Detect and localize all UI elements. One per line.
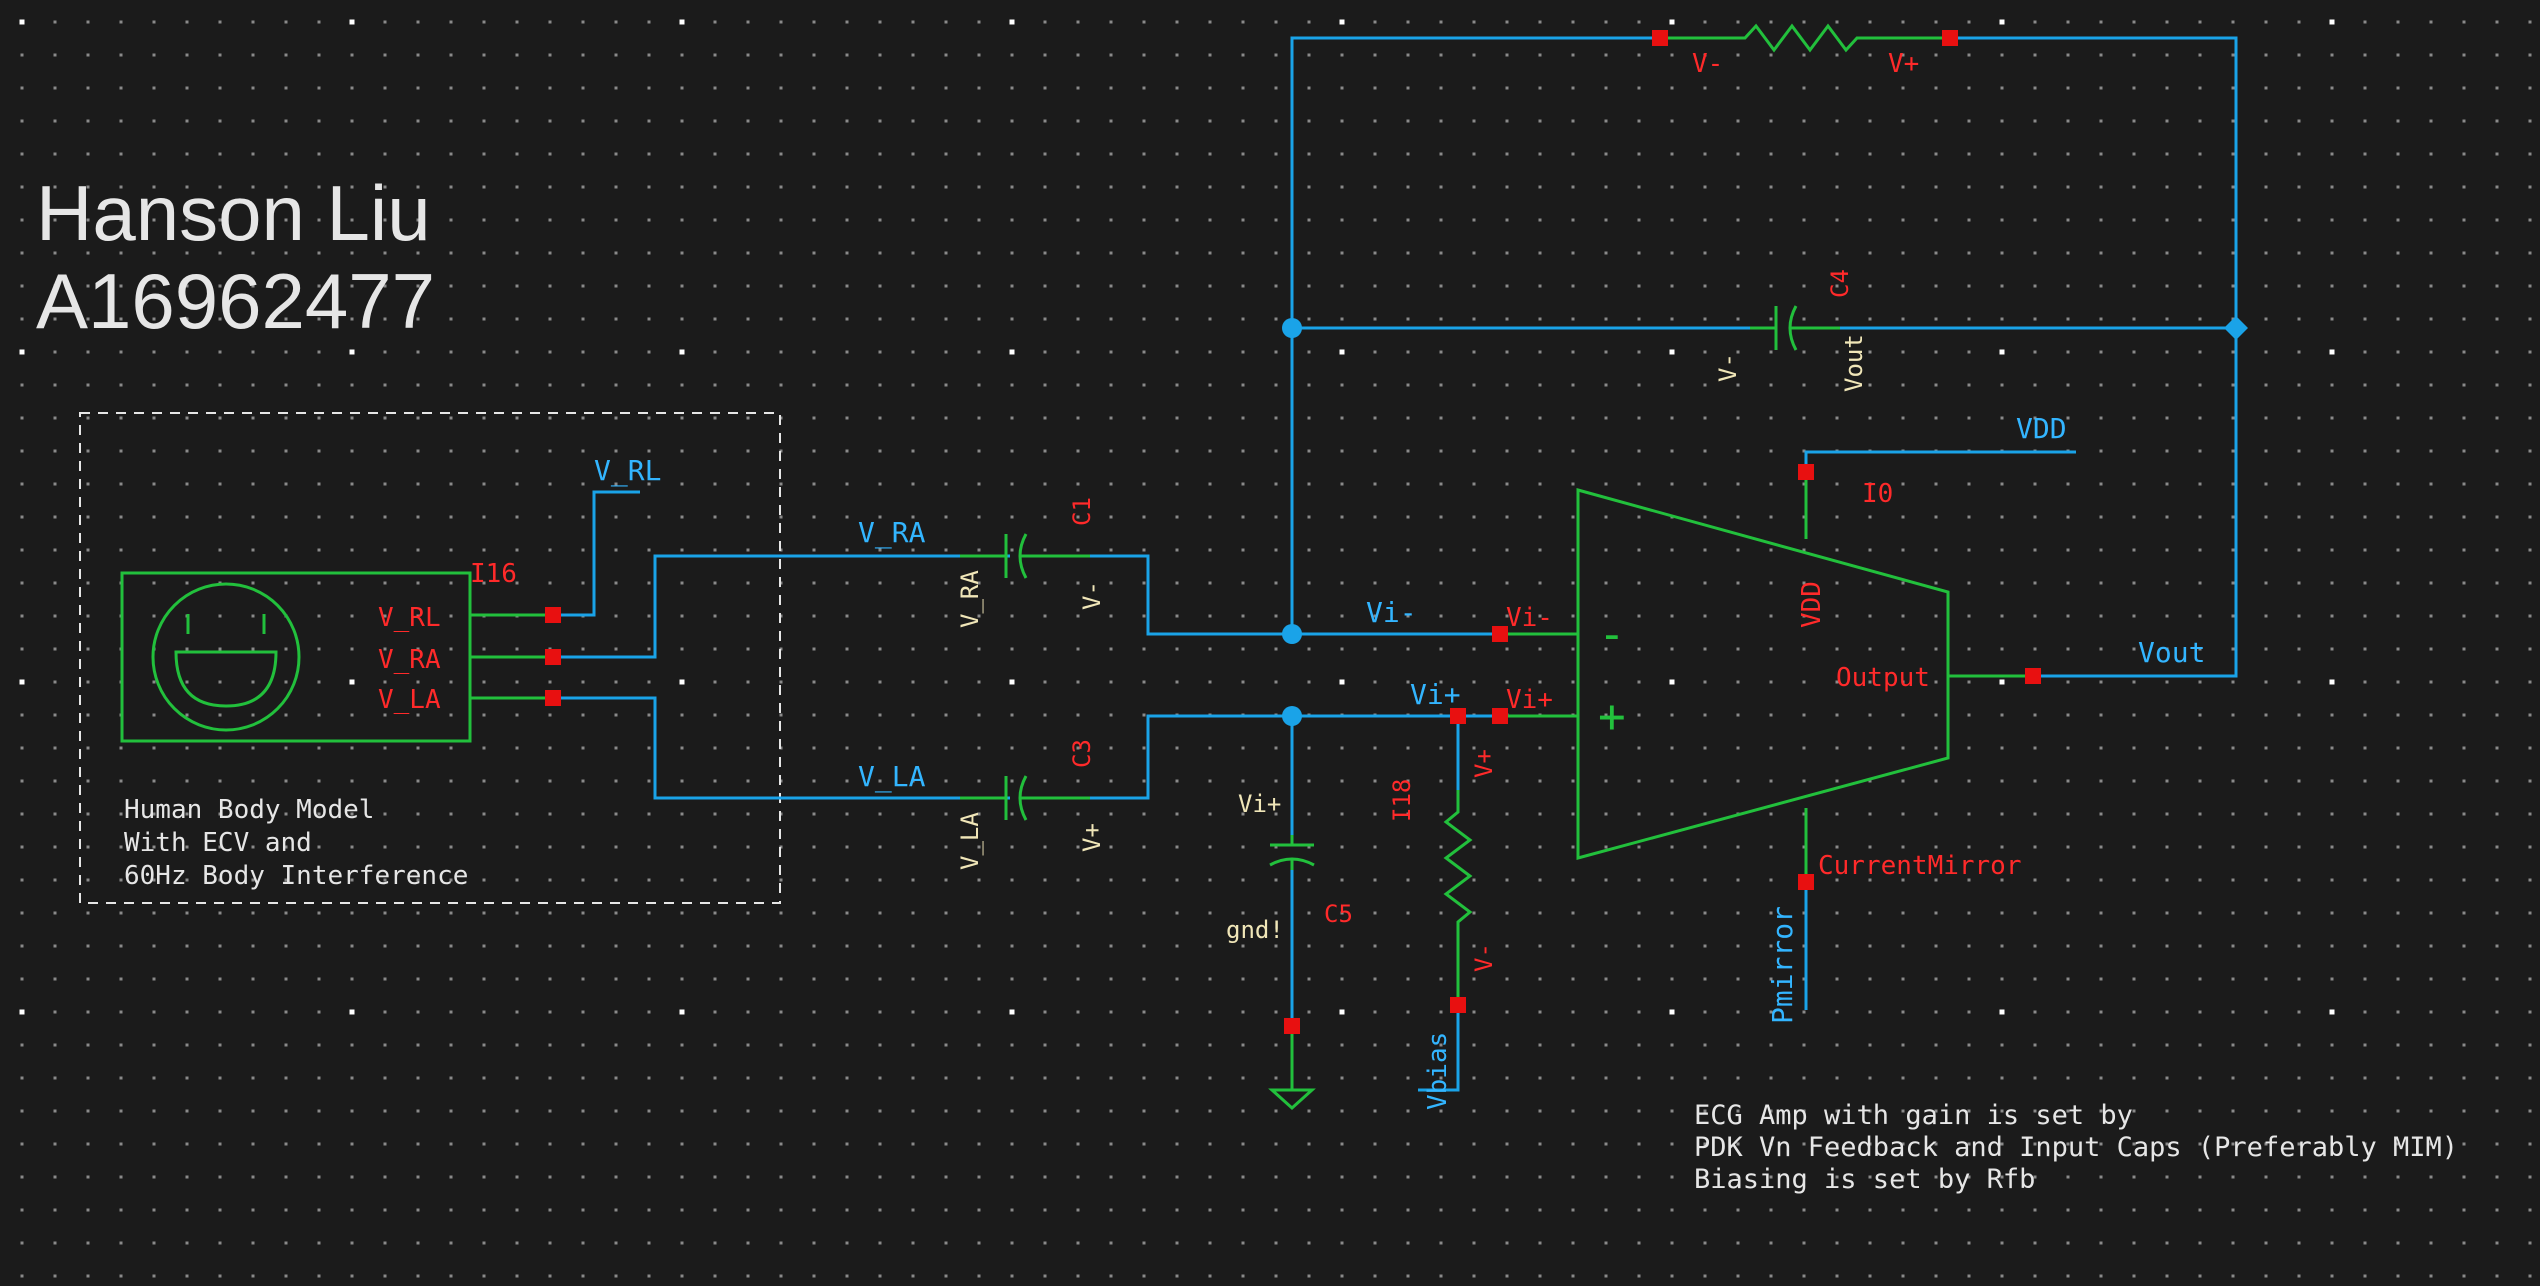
pin-opamp-output xyxy=(2025,668,2041,684)
pin-opamp-noninv xyxy=(1492,708,1508,724)
pin-rbias-bottom xyxy=(1450,997,1466,1013)
pin-rfb-left xyxy=(1652,30,1668,46)
body-model-instance: I16 xyxy=(470,559,517,589)
c3-name: C3 xyxy=(1068,739,1096,768)
pin-rfb-right xyxy=(1942,30,1958,46)
opamp-plus-sign: + xyxy=(1598,689,1626,743)
pin-body-v-la xyxy=(545,690,561,706)
body-desc-line-3: 60Hz Body Interference xyxy=(124,861,468,891)
net-label-v-ra: V_RA xyxy=(858,516,926,550)
body-pin-label-v-la: V_LA xyxy=(378,685,441,715)
net-label-v-la: V_LA xyxy=(858,760,926,794)
c4-pin-left: V- xyxy=(1714,353,1742,382)
pin-rbias-top xyxy=(1450,708,1466,724)
note-line-2: PDK Vn Feedback and Input Caps (Preferab… xyxy=(1694,1132,2458,1163)
rbias-pin-bottom: V- xyxy=(1470,943,1498,972)
pin-body-v-ra xyxy=(545,649,561,665)
rbias-name: I18 xyxy=(1388,779,1416,822)
body-desc-line-1: Human Body Model xyxy=(124,795,374,825)
c5-name: C5 xyxy=(1324,900,1353,928)
opamp-pin-noninv: Vi+ xyxy=(1506,685,1553,715)
c1-name: C1 xyxy=(1068,497,1096,526)
pin-opamp-mirror xyxy=(1798,874,1814,890)
net-label-vout: Vout xyxy=(2138,636,2205,669)
pin-ground xyxy=(1284,1018,1300,1034)
title-name: Hanson Liu xyxy=(36,169,431,257)
c4-pin-right: Vout xyxy=(1840,334,1868,392)
rfb-pin-left: V- xyxy=(1692,49,1723,79)
c5-pin-bottom: gnd! xyxy=(1226,916,1284,944)
net-label-vdd: VDD xyxy=(2016,412,2067,445)
c4-name: C4 xyxy=(1826,269,1854,298)
note-line-1: ECG Amp with gain is set by xyxy=(1694,1100,2133,1131)
note-line-3: Biasing is set by Rfb xyxy=(1694,1164,2035,1195)
body-pin-label-v-rl: V_RL xyxy=(378,603,441,633)
opamp-pin-current-mirror: CurrentMirror xyxy=(1818,851,2022,881)
c3-pin-left: V_LA xyxy=(956,812,984,870)
rbias-pin-top: V+ xyxy=(1470,749,1498,778)
opamp-name: I0 xyxy=(1862,479,1893,509)
c3-pin-right: V+ xyxy=(1078,823,1106,852)
net-label-vi-minus: Vi- xyxy=(1366,596,1417,629)
pin-body-v-rl xyxy=(545,607,561,623)
net-label-vi-plus: Vi+ xyxy=(1410,678,1461,711)
net-label-v-rl: V_RL xyxy=(594,454,661,488)
opamp-minus-sign: - xyxy=(1598,607,1626,661)
net-label-pmirror: Pmirror xyxy=(1766,906,1799,1024)
pin-opamp-inv xyxy=(1492,626,1508,642)
c5-pin-top: Vi+ xyxy=(1238,790,1281,818)
net-label-vbias: Vbias xyxy=(1423,1032,1453,1110)
body-pin-label-v-ra: V_RA xyxy=(378,645,441,675)
c1-pin-left: V_RA xyxy=(956,570,984,628)
c1-pin-right: V- xyxy=(1078,581,1106,610)
opamp-pin-output: Output xyxy=(1836,663,1930,693)
opamp-pin-vdd: VDD xyxy=(1797,581,1827,628)
title-id: A16962477 xyxy=(36,257,435,345)
opamp-pin-inv: Vi- xyxy=(1506,603,1553,633)
schematic-canvas[interactable]: Hanson Liu A16962477 I16 V_RL V_RA V_LA … xyxy=(0,0,2540,1286)
rfb-pin-right: V+ xyxy=(1888,49,1919,79)
pin-opamp-vdd xyxy=(1798,464,1814,480)
body-desc-line-2: With ECV and xyxy=(124,828,312,858)
